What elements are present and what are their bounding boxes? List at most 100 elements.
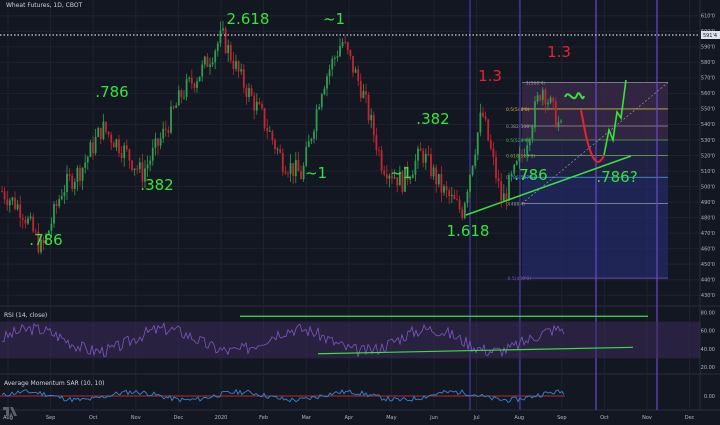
candle [323,85,326,96]
candle [97,126,100,138]
candle [128,148,131,169]
candle-body [521,154,523,157]
candle-body [549,97,552,103]
candle [440,166,443,202]
candle [492,142,495,166]
candle-body [235,61,237,70]
candle-body [432,167,435,177]
candle [367,91,370,124]
candle [250,84,253,97]
candle [315,104,318,141]
candle [268,126,271,132]
x-axis-tick-label: Feb [259,415,268,421]
candle [383,165,386,177]
candle [60,189,63,201]
candle [336,50,339,62]
candle [248,83,250,102]
candle-body [11,197,14,201]
candle [263,107,266,132]
candle-body [125,145,128,150]
candle [357,65,360,87]
candle-body [216,43,219,51]
candle-body [240,69,243,72]
candle-body [536,95,539,102]
candle [149,156,152,172]
candle-body [170,106,172,133]
candle [164,120,167,137]
candle [125,139,128,152]
candle [471,165,474,177]
candle-body [365,91,367,95]
candle-body [175,105,178,108]
candle-body [422,150,425,163]
candle-body [528,139,531,146]
x-axis-tick-label: Apr [344,415,354,421]
x-axis-tick-label: Nov [131,415,141,421]
candle-body [53,203,55,224]
y-axis-tick-label: 440'0 [701,278,715,284]
candle-body [162,128,165,139]
chart-annotation: .786 [514,166,547,184]
candle-body [336,56,339,58]
candle-body [253,95,256,111]
candle-body [164,128,167,130]
candle [229,41,232,64]
candle-body [58,199,61,207]
candle-body [328,69,331,77]
candle-body [222,28,224,31]
candle-body [183,96,185,98]
candle-body [349,50,352,56]
candle [422,147,425,168]
candle [235,54,237,72]
candle [16,199,19,211]
candle-body [214,50,217,63]
candle-body [315,109,318,132]
candle [385,165,388,185]
y-axis-tick-label: 480'0 [701,215,715,221]
x-axis-tick-label: Dec [685,415,695,421]
candle-body [276,149,279,150]
candle-body [531,127,534,140]
candle-body [297,160,300,172]
candle [214,48,217,70]
candle-body [27,218,29,224]
y-axis-tick-label: 430'0 [701,293,715,299]
x-axis-tick-label: Oct [89,415,98,421]
candle-body [79,167,81,181]
candle-body [287,173,289,175]
candle [300,165,302,180]
candle [339,37,341,58]
candle-body [411,174,414,179]
rsi-pane-label: RSI (14, close) [4,312,48,319]
candle [32,213,35,233]
candles [1,21,562,255]
candle [284,165,287,175]
rsi-axis-label: 80.00 [701,310,715,316]
candle [180,88,183,104]
rsi-axis-label: 40.00 [701,347,715,353]
candle-body [284,171,287,174]
candle-body [198,76,201,82]
candle-body [339,45,341,57]
chart-annotation: 1.3 [478,67,502,85]
ams-pane-label: Average Momentum SAR (10, 10) [4,380,105,387]
candle-body [209,64,211,67]
candle-body [151,147,154,161]
candle-body [341,42,344,46]
candle-body [1,191,3,193]
candle [21,213,24,229]
candle-body [357,69,360,81]
candle [242,63,245,94]
candle-body [458,199,461,210]
candle-body [544,89,547,105]
candle [253,92,256,120]
candle [209,57,211,75]
candle-body [149,160,152,165]
candle-body [123,145,126,159]
candle-body [242,69,245,88]
candle [445,180,448,198]
candle-body [471,165,474,176]
x-axis-tick-label: Mar [301,415,311,421]
chart-annotation: 1.618 [447,222,490,240]
candle-body [279,149,282,153]
